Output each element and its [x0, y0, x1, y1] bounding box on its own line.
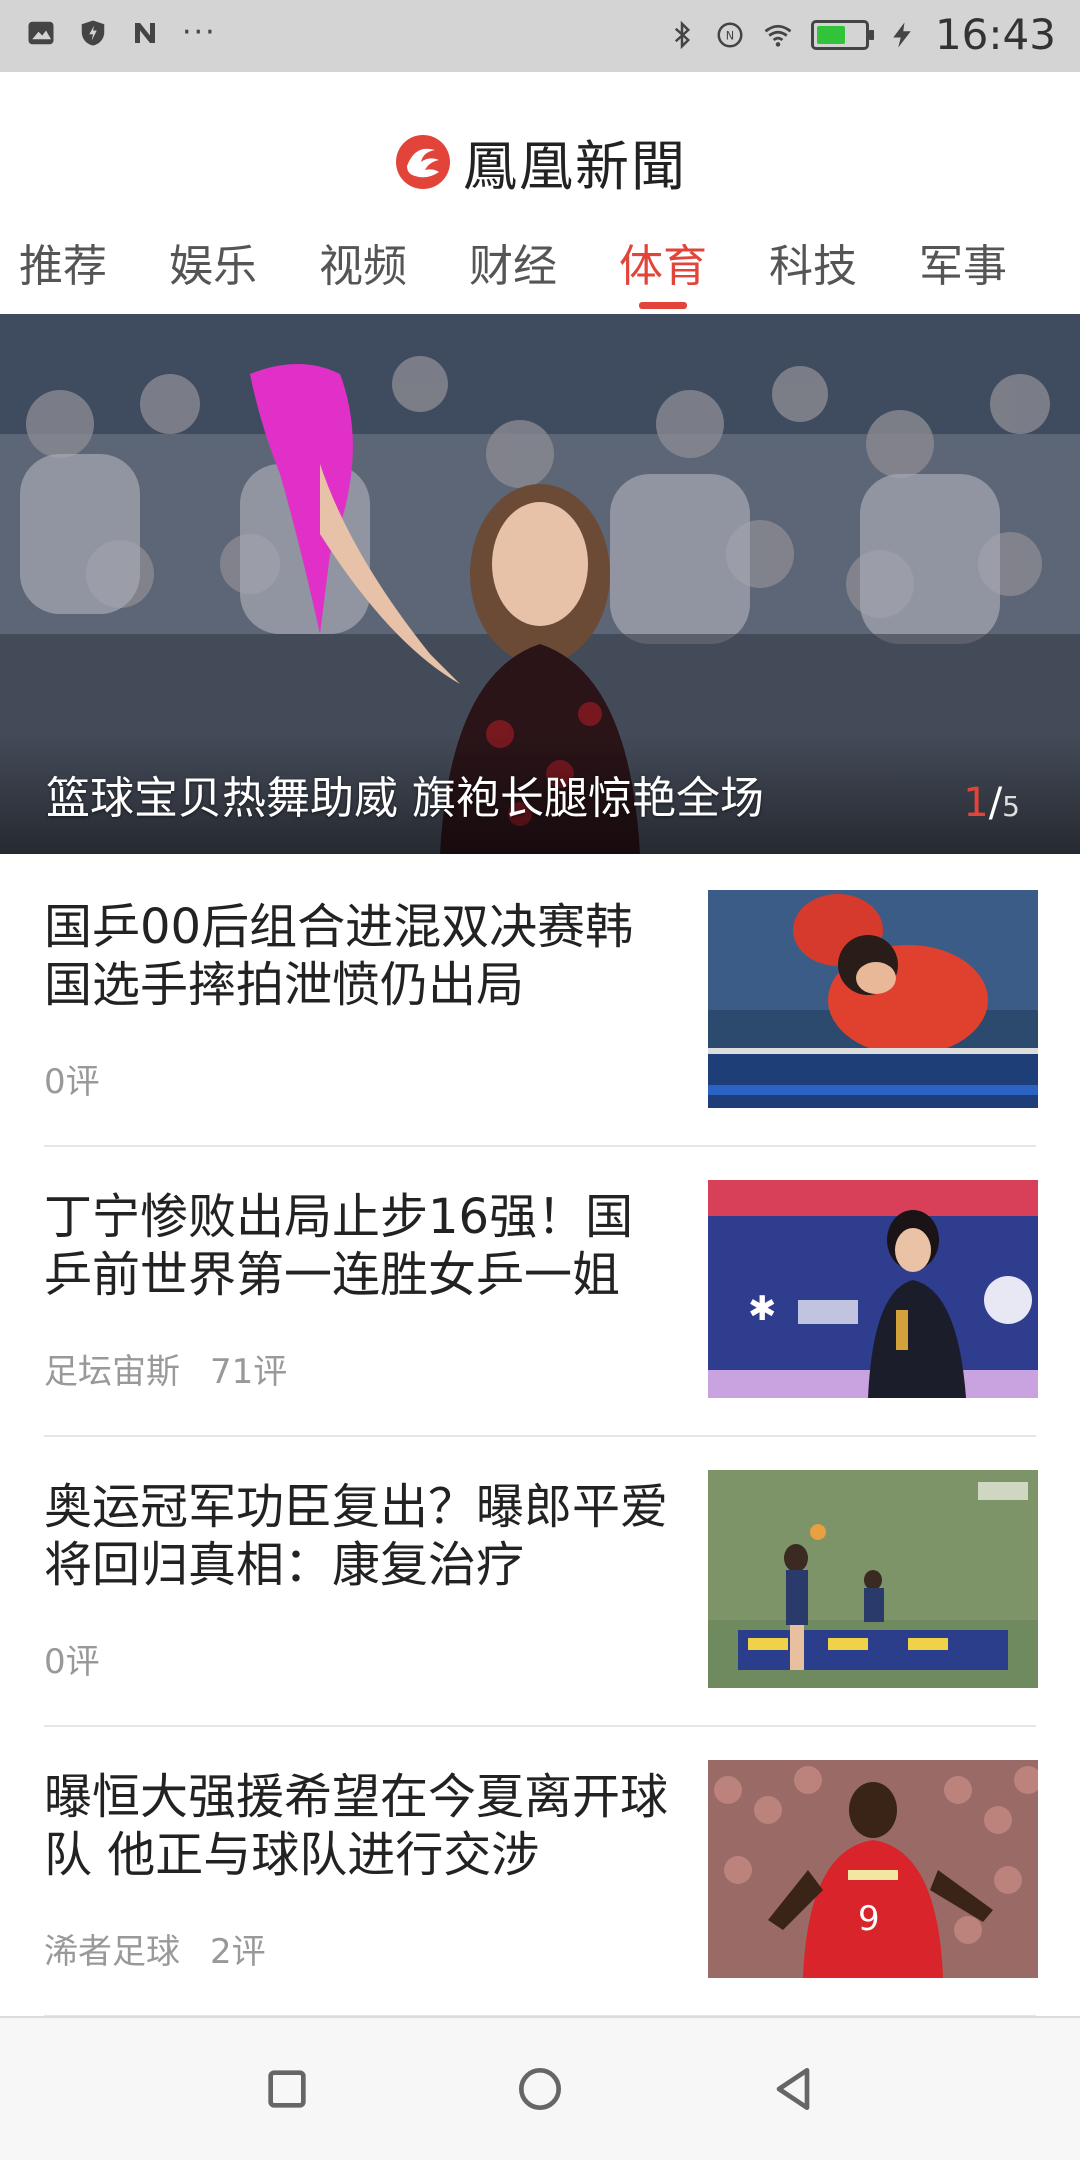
- active-tab-indicator: [639, 302, 687, 309]
- news-comments: 71评: [210, 1352, 288, 1392]
- news-item[interactable]: 丁宁惨败出局止步16强！国乒前世界第一连胜女乒一姐 足坛宙斯 71评 ✱: [0, 1146, 1080, 1436]
- football-player-photo: 9: [708, 1760, 1038, 1978]
- volleyball-photo: [708, 1470, 1038, 1688]
- table-tennis-photo: [708, 890, 1038, 1108]
- back-triangle-icon[interactable]: [758, 2054, 828, 2124]
- overflow-dots: ···: [182, 15, 217, 50]
- tab-entertainment[interactable]: 娱乐: [158, 230, 268, 294]
- svg-text:9: 9: [858, 1899, 880, 1939]
- home-circle-icon[interactable]: [505, 2054, 575, 2124]
- app-header: 鳳凰新聞 推荐 娱乐 视频 财经 体育 科技 军事: [0, 72, 1080, 312]
- news-source: 足坛宙斯: [44, 1352, 180, 1392]
- news-source: 浠者足球: [44, 1932, 180, 1972]
- bluetooth-icon: [667, 20, 697, 50]
- system-nav-bar: [0, 2016, 1080, 2160]
- nfc-icon: N: [715, 20, 745, 50]
- news-comments: 2评: [210, 1932, 266, 1972]
- hero-counter-separator: /: [988, 780, 1003, 826]
- news-item[interactable]: 国乒00后组合进混双决赛韩国选手摔拍泄愤仍出局 0评: [0, 856, 1080, 1146]
- news-comments: 0评: [44, 1642, 100, 1682]
- hero-carousel[interactable]: 篮球宝贝热舞助威 旗袍长腿惊艳全场 1/5: [0, 314, 1080, 854]
- news-title: 国乒00后组合进混双决赛韩国选手摔拍泄愤仍出局: [44, 899, 634, 1013]
- tab-finance[interactable]: 财经: [458, 230, 568, 294]
- status-bar: ··· N 16:43: [0, 0, 1080, 72]
- n-app-icon: [130, 18, 160, 48]
- news-meta: 足坛宙斯 71评: [44, 1344, 287, 1393]
- tab-sports[interactable]: 体育: [608, 230, 718, 294]
- status-time: 16:43: [934, 10, 1056, 59]
- wifi-icon: [763, 20, 793, 50]
- gallery-icon: [26, 18, 56, 48]
- svg-text:✱: ✱: [748, 1289, 777, 1329]
- category-tabs: 推荐 娱乐 视频 财经 体育 科技 军事: [0, 212, 1080, 312]
- svg-text:N: N: [726, 29, 734, 42]
- tab-video[interactable]: 视频: [308, 230, 418, 294]
- shield-icon: [78, 18, 108, 48]
- news-comments: 0评: [44, 1062, 100, 1102]
- charging-icon: [887, 20, 917, 50]
- news-title: 奥运冠军功臣复出？曝郎平爱将回归真相：康复治疗: [44, 1479, 669, 1593]
- news-meta: 0评: [44, 1054, 100, 1103]
- hero-caption: 篮球宝贝热舞助威 旗袍长腿惊艳全场: [46, 773, 764, 824]
- table-tennis-player-photo: ✱: [708, 1180, 1038, 1398]
- news-item[interactable]: 曝恒大强援希望在今夏离开球队 他正与球队进行交涉 浠者足球 2评 9: [0, 1726, 1080, 2016]
- battery-level: [816, 25, 845, 44]
- logo-text: 鳳凰新聞: [463, 135, 687, 198]
- phoenix-logo-icon: [396, 134, 450, 189]
- tab-recommend[interactable]: 推荐: [8, 230, 118, 294]
- news-title: 丁宁惨败出局止步16强！国乒前世界第一连胜女乒一姐: [44, 1189, 634, 1303]
- hero-counter-current: 1: [963, 780, 989, 826]
- news-item[interactable]: 奥运冠军功臣复出？曝郎平爱将回归真相：康复治疗 0评: [0, 1436, 1080, 1726]
- hero-page-counter: 1/5: [963, 780, 1020, 826]
- recents-square-icon[interactable]: [252, 2054, 322, 2124]
- tab-military[interactable]: 军事: [908, 230, 1018, 294]
- news-meta: 0评: [44, 1634, 100, 1683]
- news-title: 曝恒大强援希望在今夏离开球队 他正与球队进行交涉: [44, 1769, 669, 1883]
- app-logo: 鳳凰新聞: [0, 122, 1080, 201]
- tab-tech[interactable]: 科技: [758, 230, 868, 294]
- news-meta: 浠者足球 2评: [44, 1924, 266, 1973]
- battery-icon: [810, 19, 874, 50]
- hero-counter-total: 5: [1002, 790, 1020, 823]
